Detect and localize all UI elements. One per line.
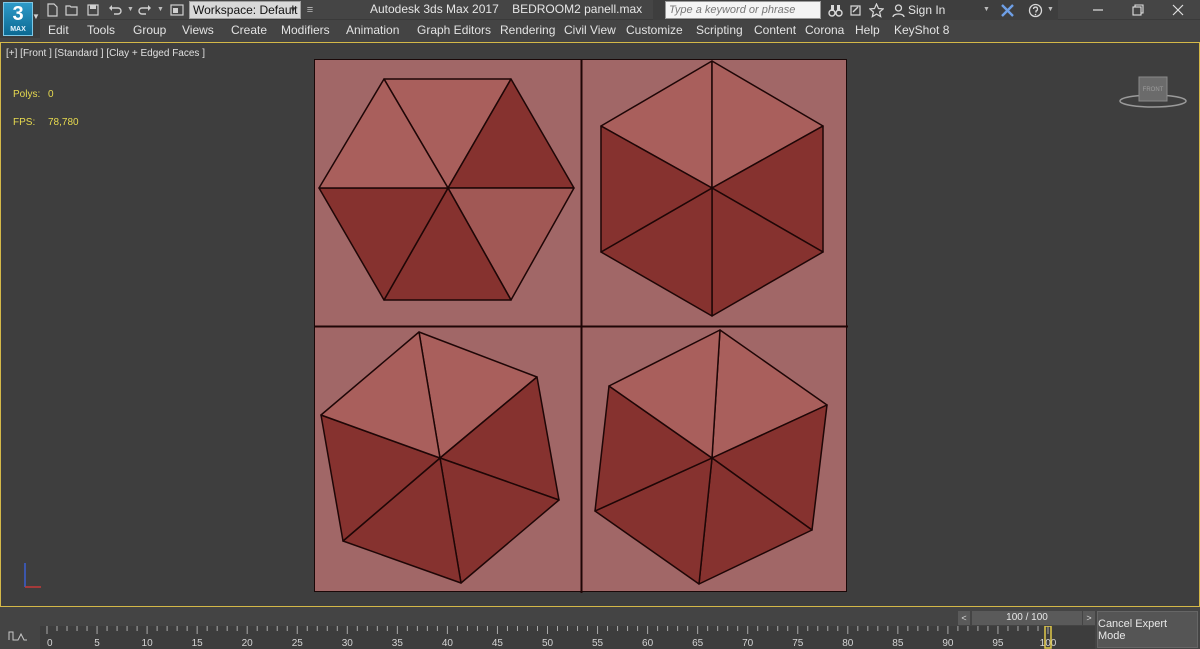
autodesk-exchange-icon[interactable] xyxy=(998,2,1016,18)
track-tick-label: 60 xyxy=(642,638,654,649)
menu-civil-view[interactable]: Civil View xyxy=(564,23,616,37)
help-icon[interactable] xyxy=(1026,2,1044,18)
menu-rendering[interactable]: Rendering xyxy=(500,23,555,37)
axis-tripod-icon xyxy=(17,555,57,595)
track-tick-label: 95 xyxy=(992,638,1004,649)
menu-edit[interactable]: Edit xyxy=(48,23,69,37)
track-tick-label: 55 xyxy=(592,638,604,649)
chevron-down-icon: ▼ xyxy=(289,5,297,14)
menu-group[interactable]: Group xyxy=(133,23,166,37)
workspace-dropdown[interactable]: Workspace: Default ▼ xyxy=(189,1,301,19)
workspace-label: Workspace: Default xyxy=(193,3,298,17)
project-folder-icon[interactable] xyxy=(168,2,186,18)
next-frame-button[interactable]: > xyxy=(1083,611,1095,625)
customize-quick-access-icon[interactable]: ≡ xyxy=(303,2,317,18)
track-tick-label: 70 xyxy=(742,638,754,649)
track-tick-label: 15 xyxy=(192,638,204,649)
minimize-icon[interactable] xyxy=(1078,0,1118,20)
track-tick-label: 80 xyxy=(842,638,854,649)
undo-icon[interactable] xyxy=(106,2,124,18)
track-tick-label: 75 xyxy=(792,638,804,649)
hexagon-panels-geometry xyxy=(315,60,848,593)
hexagon-bottom-left[interactable] xyxy=(320,331,560,584)
chevron-down-icon[interactable]: ▼ xyxy=(983,6,990,13)
menu-help[interactable]: Help xyxy=(855,23,880,37)
help-dropdown-icon[interactable]: ▼ xyxy=(1047,6,1054,13)
menu-graph-editors[interactable]: Graph Editors xyxy=(417,23,491,37)
track-tick-label: 65 xyxy=(692,638,704,649)
track-tick-label: 30 xyxy=(342,638,354,649)
menu-content[interactable]: Content xyxy=(754,23,796,37)
time-slider-counter[interactable]: 100 / 100 xyxy=(972,611,1082,625)
viewport-label-menu[interactable]: [+] [Front ] [Standard ] [Clay + Edged F… xyxy=(6,48,205,59)
menu-tools[interactable]: Tools xyxy=(87,23,115,37)
viewcube[interactable]: FRONT xyxy=(1118,76,1188,110)
menu-bar: Edit Tools Group Views Create Modifiers … xyxy=(40,20,1200,40)
track-bar-ruler: 0 5 10 15 20 25 30 35 40 45 50 55 60 65 70 75 80 85 90 95 10… xyxy=(46,626,1057,649)
hexagon-top-right[interactable] xyxy=(600,60,824,317)
panel-plane-object[interactable] xyxy=(314,59,848,593)
menu-keyshot[interactable]: KeyShot 8 xyxy=(894,23,949,37)
track-tick-label: 10 xyxy=(142,638,154,649)
menu-create[interactable]: Create xyxy=(231,23,267,37)
track-tick-label: 90 xyxy=(942,638,954,649)
undo-dropdown-icon[interactable]: ▼ xyxy=(127,6,134,13)
menu-customize[interactable]: Customize xyxy=(626,23,683,37)
track-tick-label: 5 xyxy=(94,638,100,649)
redo-icon[interactable] xyxy=(136,2,154,18)
redo-dropdown-icon[interactable]: ▼ xyxy=(157,6,164,13)
window-title: Autodesk 3ds Max 2017 BEDROOM2 panell.ma… xyxy=(370,2,643,16)
polys-value: 0 xyxy=(48,89,54,100)
cancel-expert-mode-button[interactable]: Cancel Expert Mode xyxy=(1097,611,1198,648)
curve-editor-toggle-icon[interactable] xyxy=(8,630,30,644)
user-icon[interactable] xyxy=(889,2,907,18)
track-tick-label: 0 xyxy=(47,638,53,649)
title-bar: 3 MAX ▼ ▼ ▼ Workspace: Default ▼ ≡ Autod… xyxy=(0,0,1200,38)
front-viewport[interactable]: [+] [Front ] [Standard ] [Clay + Edged F… xyxy=(0,42,1200,607)
new-file-icon[interactable] xyxy=(43,2,61,18)
menu-scripting[interactable]: Scripting xyxy=(696,23,743,37)
app-logo-button[interactable]: 3 MAX ▼ xyxy=(0,0,40,38)
subscription-icon[interactable] xyxy=(846,2,864,18)
logo-subtext: MAX xyxy=(10,26,26,33)
track-tick-label: 50 xyxy=(542,638,554,649)
menu-views[interactable]: Views xyxy=(182,23,214,37)
save-icon[interactable] xyxy=(84,2,102,18)
track-tick-label: 45 xyxy=(492,638,504,649)
restore-icon[interactable] xyxy=(1118,0,1158,20)
viewcube-face-label: FRONT xyxy=(1143,87,1164,93)
fps-label: FPS: xyxy=(13,117,36,128)
menu-corona[interactable]: Corona xyxy=(805,23,844,37)
menu-animation[interactable]: Animation xyxy=(346,23,399,37)
search-input[interactable] xyxy=(665,1,821,19)
binoculars-icon[interactable] xyxy=(826,2,844,18)
track-tick-label: 25 xyxy=(292,638,304,649)
hexagon-top-left[interactable] xyxy=(318,78,575,301)
polys-label: Polys: xyxy=(13,89,41,100)
3dsmax-logo-icon: 3 MAX xyxy=(3,2,33,36)
track-tick-label: 20 xyxy=(242,638,254,649)
chevron-down-icon: ▼ xyxy=(32,12,40,21)
fps-value: 78,780 xyxy=(48,117,79,128)
star-icon[interactable] xyxy=(867,2,885,18)
prev-frame-button[interactable]: < xyxy=(958,611,970,625)
open-folder-icon[interactable] xyxy=(63,2,81,18)
sign-in-link[interactable]: Sign In xyxy=(908,3,945,17)
hexagon-bottom-right[interactable] xyxy=(594,329,828,585)
track-tick-label: 35 xyxy=(392,638,404,649)
track-tick-label: 85 xyxy=(892,638,904,649)
track-tick-label: 40 xyxy=(442,638,454,649)
logo-number: 3 xyxy=(12,3,24,25)
menu-modifiers[interactable]: Modifiers xyxy=(281,23,330,37)
close-icon[interactable] xyxy=(1158,0,1198,20)
track-bar[interactable]: 0 5 10 15 20 25 30 35 40 45 50 55 60 65 70 75 80 85 90 95 10… xyxy=(40,626,1095,649)
